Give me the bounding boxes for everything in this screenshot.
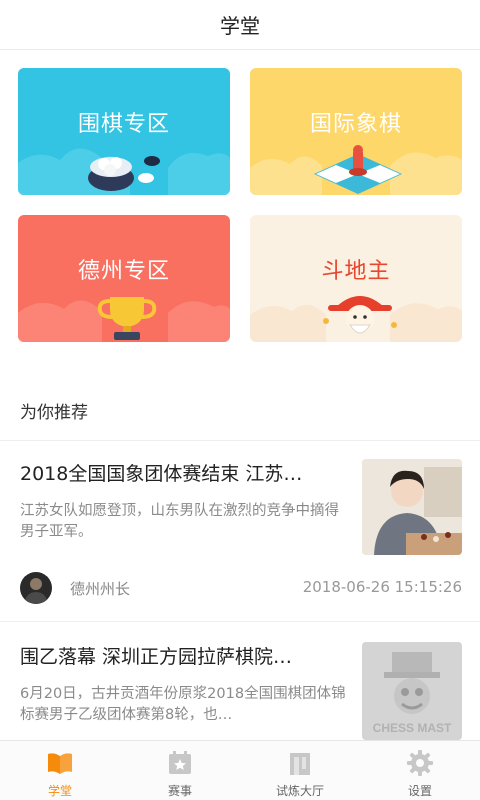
card-go-zone[interactable]: 围棋专区	[18, 68, 230, 195]
article-thumbnail	[362, 459, 462, 555]
fortune-god-icon	[323, 296, 397, 334]
card-label: 围棋专区	[77, 112, 170, 137]
player-photo-image	[362, 459, 462, 555]
tab-label: 赛事	[167, 784, 192, 798]
page-title: 学堂	[220, 14, 260, 38]
card-texas-zone[interactable]: 德州专区	[18, 215, 230, 342]
category-grid: 围棋专区 国际象棋 德州专区 斗地主	[18, 68, 462, 342]
thumb-caption: CHESS MAST	[373, 721, 452, 735]
article-title: 围乙落幕 深圳正方园拉萨棋院…	[20, 646, 293, 668]
article-title: 2018全国国象团体赛结束 江苏…	[20, 463, 303, 485]
tab-label: 试炼大厅	[275, 784, 324, 798]
book-icon	[48, 753, 72, 774]
chess-board-icon	[314, 145, 402, 194]
author-name: 德州州长	[70, 580, 131, 598]
article-summary: 江苏女队如愿登顶，山东男队在激烈的竞争中摘得男子亚军。	[20, 503, 339, 540]
tab-xuetang[interactable]: 学堂	[0, 741, 120, 800]
tab-settings[interactable]: 设置	[360, 741, 480, 800]
tab-saishi[interactable]: 赛事	[120, 741, 240, 800]
article-card[interactable]: 2018全国国象团体赛结束 江苏… 江苏女队如愿登顶，山东男队在激烈的竞争中摘得…	[0, 441, 480, 621]
trophy-icon	[97, 297, 157, 340]
card-label: 国际象棋	[309, 112, 402, 137]
tab-label: 学堂	[47, 784, 72, 798]
tab-label: 设置	[407, 784, 432, 798]
tab-trial-hall[interactable]: 试炼大厅	[240, 741, 360, 800]
card-label: 德州专区	[77, 259, 170, 284]
bottom-tab-bar: 学堂 赛事 试炼大厅 设置	[0, 740, 480, 800]
hall-icon	[290, 753, 310, 775]
card-label: 斗地主	[321, 259, 391, 284]
card-chess-zone[interactable]: 国际象棋	[250, 68, 462, 195]
app-header: 学堂	[0, 0, 480, 50]
author-avatar	[20, 572, 52, 604]
calendar-star-icon	[169, 751, 191, 774]
gear-icon	[407, 750, 433, 776]
go-bowl-icon	[88, 156, 160, 191]
article-thumbnail: CHESS MAST	[362, 642, 462, 740]
article-summary: 6月20日，古井贡酒年份原浆2018全国围棋团体锦标赛男子乙级团体赛第8轮，也…	[20, 686, 346, 723]
section-title: 为你推荐	[20, 403, 88, 423]
card-doudizhu-zone[interactable]: 斗地主	[250, 215, 462, 342]
chess-master-logo-image: CHESS MAST	[362, 642, 462, 740]
article-card[interactable]: 围乙落幕 深圳正方园拉萨棋院… 6月20日，古井贡酒年份原浆2018全国围棋团体…	[0, 622, 480, 740]
publish-time: 2018-06-26 15:15:26	[302, 578, 462, 596]
